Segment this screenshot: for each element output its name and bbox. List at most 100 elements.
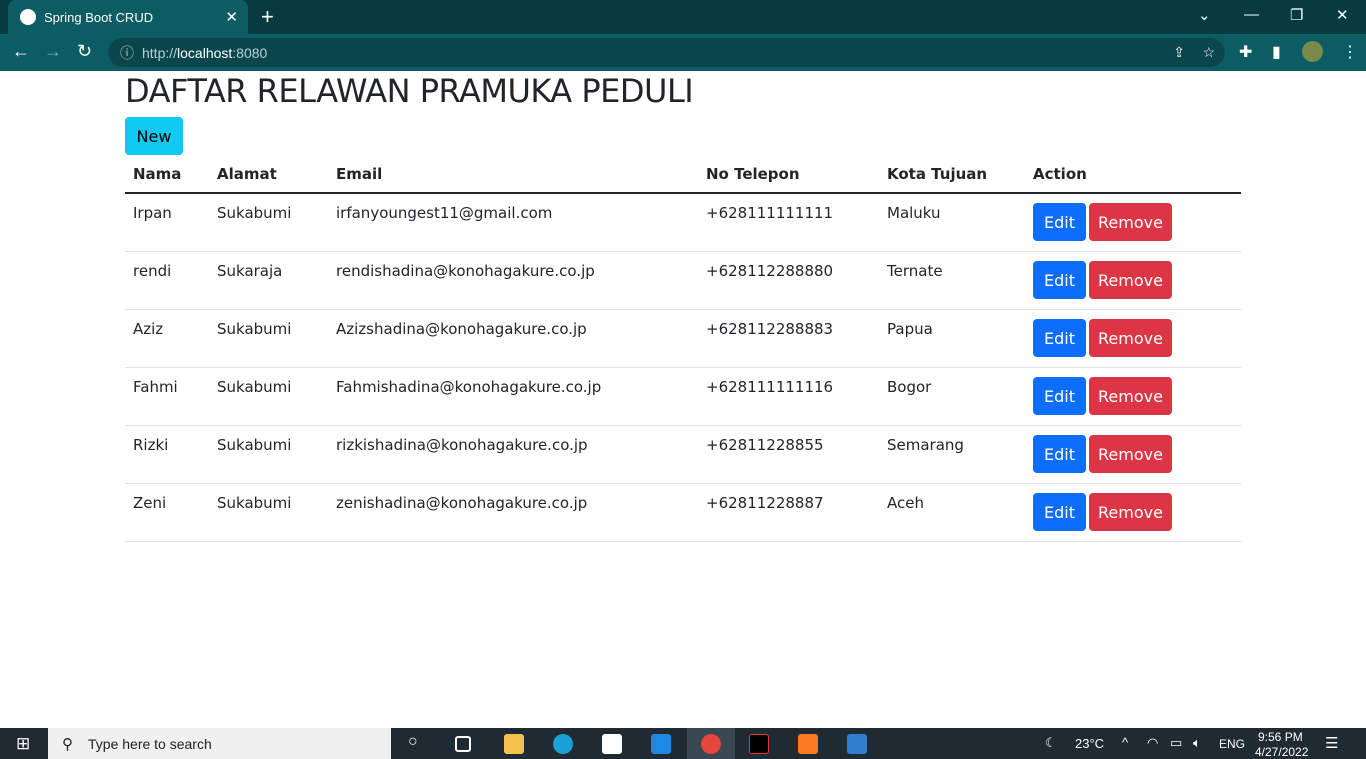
cell-city: Aceh <box>879 483 1025 542</box>
cell-phone: +62811228887 <box>698 483 879 542</box>
remove-button[interactable]: Remove <box>1089 377 1172 415</box>
cell-email: Azizshadina@konohagakure.co.jp <box>328 309 698 368</box>
cell-city: Maluku <box>879 193 1025 252</box>
column-header: Alamat <box>209 156 328 194</box>
browser-toolbar: ← → ↻ ⓘ http://localhost:8080 ⇪ ☆ ✚ ▮ ⋮ <box>0 34 1366 71</box>
info-icon: ⓘ <box>120 44 134 61</box>
edit-button[interactable]: Edit <box>1033 377 1086 415</box>
remove-button[interactable]: Remove <box>1089 261 1172 299</box>
mail-icon[interactable] <box>651 734 671 754</box>
page-title: DAFTAR RELAWAN PRAMUKA PEDULI <box>125 72 694 110</box>
tray-chevron-icon[interactable]: ^ <box>1122 735 1128 750</box>
volume-icon[interactable]: 🔈︎ <box>1193 735 1201 751</box>
wifi-icon[interactable]: ◠ <box>1147 735 1158 751</box>
cell-address: Sukabumi <box>209 367 328 426</box>
search-icon: ⚲ <box>62 735 73 753</box>
edit-button[interactable]: Edit <box>1033 493 1086 531</box>
remove-button[interactable]: Remove <box>1089 493 1172 531</box>
new-tab-button[interactable]: + <box>261 4 274 30</box>
cell-action: Edit Remove <box>1025 309 1241 368</box>
cell-name: Rizki <box>125 425 209 484</box>
cell-name: Irpan <box>125 193 209 252</box>
table-row: Aziz Sukabumi Azizshadina@konohagakure.co.… <box>125 309 1241 368</box>
cell-city: Bogor <box>879 367 1025 426</box>
cell-address: Sukabumi <box>209 193 328 252</box>
close-tab-icon[interactable]: ✕ <box>225 8 238 26</box>
remove-button[interactable]: Remove <box>1089 203 1172 241</box>
store-icon[interactable] <box>602 734 622 754</box>
minimize-button[interactable]: — <box>1244 6 1259 23</box>
language-indicator[interactable]: ENG <box>1219 737 1245 751</box>
close-window-button[interactable]: ✕ <box>1336 6 1349 24</box>
taskbar-search[interactable]: ⚲ Type here to search <box>48 728 391 759</box>
remove-button[interactable]: Remove <box>1089 319 1172 357</box>
tab-spring-boot-crud[interactable]: Spring Boot CRUD ✕ <box>8 0 248 34</box>
menu-icon[interactable]: ⋮ <box>1342 42 1358 62</box>
cell-name: rendi <box>125 251 209 310</box>
edit-button[interactable]: Edit <box>1033 435 1086 473</box>
clock-time[interactable]: 9:56 PM <box>1258 730 1303 744</box>
cell-phone: +62811228855 <box>698 425 879 484</box>
cortana-icon[interactable]: ○ <box>408 733 418 751</box>
battery-icon[interactable]: ▭ <box>1170 735 1182 751</box>
table-row: rendi Sukaraja rendishadina@konohagakure.c… <box>125 251 1241 310</box>
reload-icon[interactable]: ↻ <box>77 41 92 62</box>
intellij-icon[interactable] <box>749 734 769 754</box>
url-port: :8080 <box>232 44 268 61</box>
tab-search-icon[interactable]: ⌄ <box>1198 6 1211 24</box>
tab-title: Spring Boot CRUD <box>44 9 154 25</box>
share-icon[interactable]: ⇪ <box>1173 44 1185 61</box>
restore-button[interactable]: ❐ <box>1290 6 1303 24</box>
side-panel-icon[interactable]: ▮ <box>1272 42 1281 62</box>
windows-start-icon[interactable]: ⊞ <box>16 734 30 754</box>
cell-email: zenishadina@konohagakure.co.jp <box>328 483 698 542</box>
table-row: Irpan Sukabumi irfanyoungest11@gmail.com +6… <box>125 193 1241 252</box>
url-host: localhost <box>177 44 233 61</box>
notifications-icon[interactable]: ☰ <box>1325 734 1338 752</box>
globe-icon <box>20 9 36 25</box>
url-prefix: http:// <box>142 44 178 61</box>
edge-icon[interactable] <box>553 734 573 754</box>
address-bar[interactable]: ⓘ http://localhost:8080 ⇪ ☆ <box>108 38 1225 67</box>
forward-icon[interactable]: → <box>44 41 62 62</box>
photos-icon[interactable] <box>847 734 867 754</box>
cell-email: irfanyoungest11@gmail.com <box>328 193 698 252</box>
cell-address: Sukabumi <box>209 425 328 484</box>
cell-email: rizkishadina@konohagakure.co.jp <box>328 425 698 484</box>
xampp-icon[interactable] <box>798 734 818 754</box>
cell-action: Edit Remove <box>1025 251 1241 310</box>
cell-city: Papua <box>879 309 1025 368</box>
weather-icon: ☾ <box>1045 735 1057 750</box>
edit-button[interactable]: Edit <box>1033 261 1086 299</box>
search-placeholder: Type here to search <box>88 735 212 752</box>
column-header: No Telepon <box>698 156 879 194</box>
back-icon[interactable]: ← <box>12 41 30 62</box>
new-button[interactable]: New <box>125 117 183 155</box>
cell-name: Zeni <box>125 483 209 542</box>
cell-action: Edit Remove <box>1025 483 1241 542</box>
task-view-icon[interactable] <box>455 736 471 752</box>
table-row: Fahmi Sukabumi Fahmishadina@konohagakure.c… <box>125 367 1241 426</box>
weather-temp[interactable]: 23°C <box>1075 736 1104 751</box>
column-header: Nama <box>125 156 209 194</box>
cell-address: Sukaraja <box>209 251 328 310</box>
chrome-taskbar-active[interactable] <box>687 728 735 759</box>
file-explorer-icon[interactable] <box>504 734 524 754</box>
column-header: Action <box>1025 156 1241 194</box>
cell-phone: +628112288883 <box>698 309 879 368</box>
profile-avatar[interactable] <box>1302 41 1323 62</box>
clock-date[interactable]: 4/27/2022 <box>1255 745 1308 759</box>
cell-city: Semarang <box>879 425 1025 484</box>
extensions-icon[interactable]: ✚ <box>1239 42 1252 62</box>
bookmark-star-icon[interactable]: ☆ <box>1202 44 1215 61</box>
edit-button[interactable]: Edit <box>1033 319 1086 357</box>
cell-email: Fahmishadina@konohagakure.co.jp <box>328 367 698 426</box>
remove-button[interactable]: Remove <box>1089 435 1172 473</box>
tab-strip: Spring Boot CRUD ✕ + ⌄ — ❐ ✕ <box>0 0 1366 34</box>
edit-button[interactable]: Edit <box>1033 203 1086 241</box>
cell-action: Edit Remove <box>1025 367 1241 426</box>
cell-email: rendishadina@konohagakure.co.jp <box>328 251 698 310</box>
cell-action: Edit Remove <box>1025 425 1241 484</box>
cell-address: Sukabumi <box>209 483 328 542</box>
cell-phone: +628112288880 <box>698 251 879 310</box>
